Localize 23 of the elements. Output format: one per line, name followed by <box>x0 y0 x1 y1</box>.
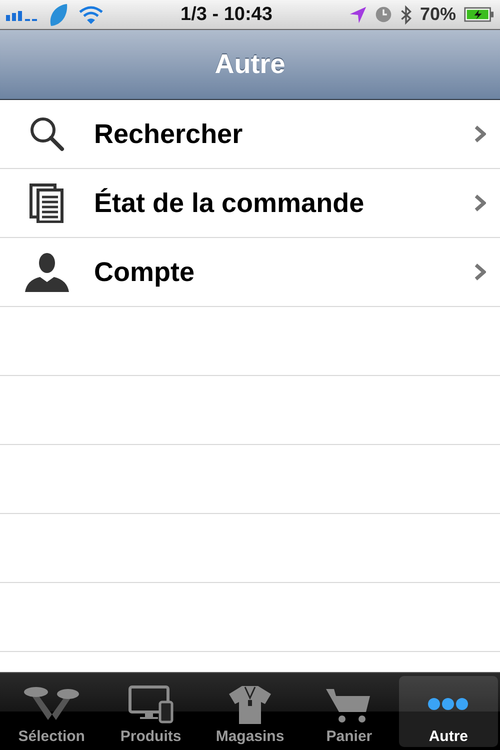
signal-icon <box>6 8 38 20</box>
chevron-icon <box>474 263 486 281</box>
status-time: 1/3 - 10:43 <box>180 4 272 26</box>
leaf-icon <box>48 2 68 26</box>
location-arrow-icon <box>348 6 367 24</box>
devices-icon <box>126 684 176 724</box>
tab[interactable]: Produits <box>101 676 200 747</box>
wifi-icon <box>78 4 104 24</box>
battery-percent: 70% <box>420 4 456 25</box>
list-item[interactable]: Compte <box>0 238 500 307</box>
battery-icon <box>464 7 494 22</box>
chevron-icon <box>474 194 486 212</box>
tab[interactable]: Magasins <box>200 676 300 747</box>
nav-title: Autre <box>214 49 286 80</box>
tab[interactable]: Panier <box>300 676 399 747</box>
list-item[interactable]: Rechercher <box>0 100 500 169</box>
bluetooth-icon <box>400 4 412 24</box>
chevron-icon <box>474 125 486 143</box>
person-icon <box>23 252 71 292</box>
tab[interactable]: Sélection <box>2 676 102 747</box>
list-item[interactable]: État de la commande <box>0 169 500 238</box>
tab[interactable]: Autre <box>398 676 498 747</box>
clock-icon <box>374 6 392 23</box>
